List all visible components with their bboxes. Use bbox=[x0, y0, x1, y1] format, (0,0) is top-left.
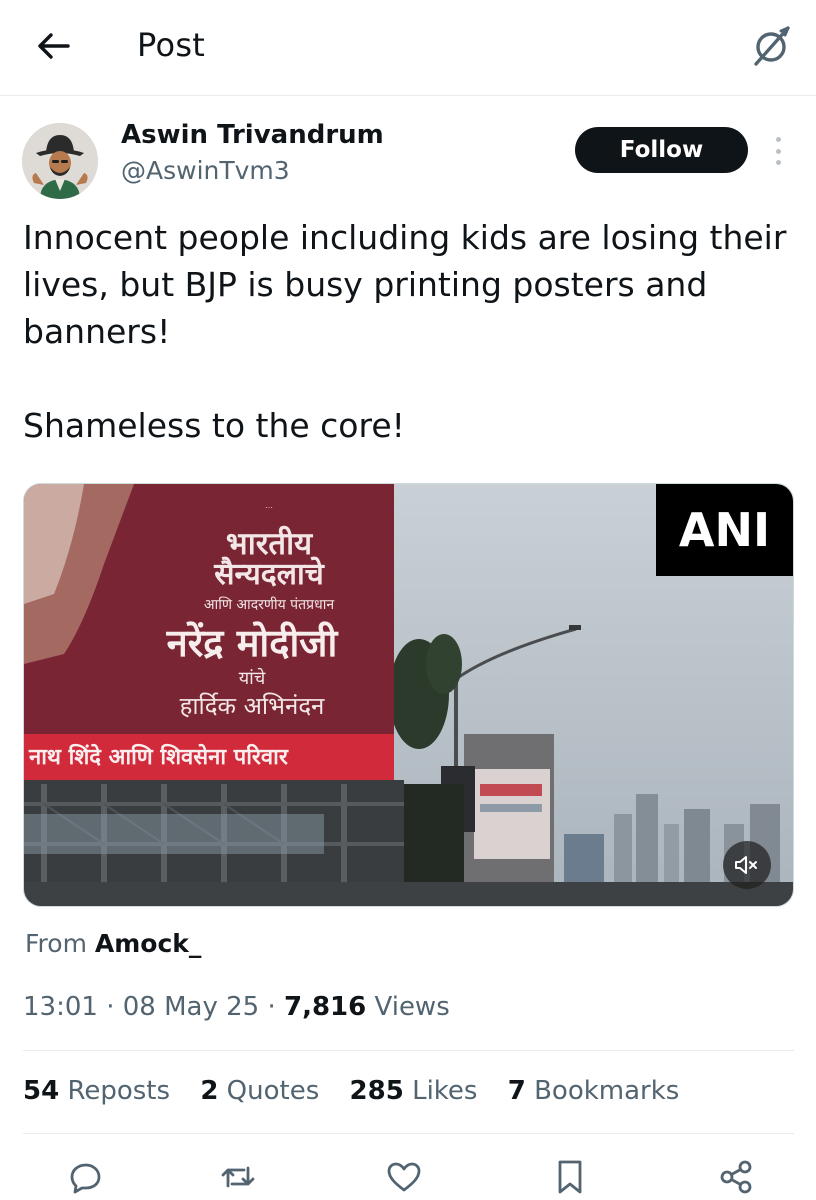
source-attribution: From Amock_ bbox=[25, 929, 201, 958]
reply-icon bbox=[70, 1163, 101, 1194]
grok-button[interactable] bbox=[744, 18, 800, 74]
ani-watermark: ANI bbox=[656, 484, 793, 576]
tweet-time[interactable]: 13:01 bbox=[23, 992, 98, 1022]
quotes-label: Quotes bbox=[226, 1076, 320, 1106]
source-prefix: From bbox=[25, 929, 87, 958]
billboard-line-4: नरेंद्र मोदीजी bbox=[166, 621, 339, 665]
views-label: Views bbox=[374, 992, 450, 1022]
bookmarks-stat[interactable]: 7 Bookmarks bbox=[508, 1076, 680, 1106]
muted-speaker-icon bbox=[735, 856, 757, 874]
billboard-banner: नाथ शिंदे आणि शिवसेना परिवार bbox=[28, 743, 289, 770]
likes-stat[interactable]: 285 Likes bbox=[350, 1076, 478, 1106]
bookmarks-count: 7 bbox=[507, 1076, 526, 1106]
like-icon bbox=[387, 1162, 421, 1192]
top-bar: Post bbox=[0, 0, 816, 96]
divider bbox=[23, 1133, 794, 1134]
avatar[interactable] bbox=[22, 123, 98, 199]
quotes-count: 2 bbox=[200, 1076, 219, 1106]
billboard-line-5: यांचे bbox=[239, 667, 266, 689]
author-display-name[interactable]: Aswin Trivandrum bbox=[121, 120, 384, 150]
source-link[interactable]: Amock_ bbox=[95, 929, 202, 958]
views-count: 7,816 bbox=[283, 992, 367, 1022]
unmute-button[interactable] bbox=[723, 841, 771, 889]
bookmark-icon bbox=[558, 1160, 582, 1194]
follow-button[interactable]: Follow bbox=[575, 127, 748, 173]
quotes-stat[interactable]: 2 Quotes bbox=[200, 1076, 319, 1106]
reposts-stat[interactable]: 54 Reposts bbox=[23, 1076, 170, 1106]
tweet-date[interactable]: 08 May 25 bbox=[123, 992, 259, 1022]
reply-button[interactable] bbox=[64, 1155, 108, 1199]
reposts-count: 54 bbox=[23, 1076, 60, 1106]
repost-button[interactable] bbox=[216, 1155, 260, 1199]
back-button[interactable] bbox=[30, 22, 78, 70]
grok-slash-circle-icon bbox=[754, 26, 790, 66]
billboard-line-3: आणि आदरणीय पंतप्रधान bbox=[204, 596, 334, 613]
tweet-meta: 13:01 · 08 May 25 · 7,816 Views bbox=[23, 992, 450, 1022]
divider bbox=[23, 1050, 794, 1051]
more-dot bbox=[775, 160, 781, 165]
repost-icon bbox=[221, 1166, 255, 1188]
share-button[interactable] bbox=[714, 1155, 758, 1199]
action-bar bbox=[0, 1155, 816, 1200]
billboard-fine-print: … bbox=[265, 501, 273, 510]
likes-label: Likes bbox=[412, 1076, 478, 1106]
arrow-left-icon bbox=[38, 33, 70, 59]
bookmark-button[interactable] bbox=[548, 1155, 592, 1199]
meta-separator: · bbox=[267, 992, 276, 1022]
page-title: Post bbox=[137, 26, 206, 64]
meta-separator: · bbox=[106, 992, 115, 1022]
share-icon bbox=[720, 1160, 752, 1194]
tweet-text-paragraph-2: Shameless to the core! bbox=[23, 406, 405, 445]
tweet-video[interactable]: … भारतीय सैन्यदलाचे आणि आदरणीय पंतप्रधान… bbox=[23, 483, 794, 907]
author-handle[interactable]: @AswinTvm3 bbox=[121, 156, 290, 185]
billboard-line-6: हार्दिक अभिनंदन bbox=[180, 692, 325, 720]
avatar-illustration bbox=[22, 123, 98, 199]
reposts-label: Reposts bbox=[67, 1076, 171, 1106]
more-dot bbox=[775, 137, 781, 142]
tweet-text: Innocent people including kids are losin… bbox=[23, 214, 798, 449]
more-options-button[interactable] bbox=[764, 133, 792, 169]
likes-count: 285 bbox=[349, 1076, 404, 1106]
billboard-line-2: सैन्यदलाचे bbox=[213, 556, 325, 592]
like-button[interactable] bbox=[382, 1155, 426, 1199]
tweet-text-paragraph-1: Innocent people including kids are losin… bbox=[23, 218, 787, 351]
bookmarks-label: Bookmarks bbox=[534, 1076, 680, 1106]
engagement-stats: 54 Reposts 2 Quotes 285 Likes 7 Bookmark… bbox=[23, 1076, 701, 1106]
more-dot bbox=[775, 148, 781, 154]
